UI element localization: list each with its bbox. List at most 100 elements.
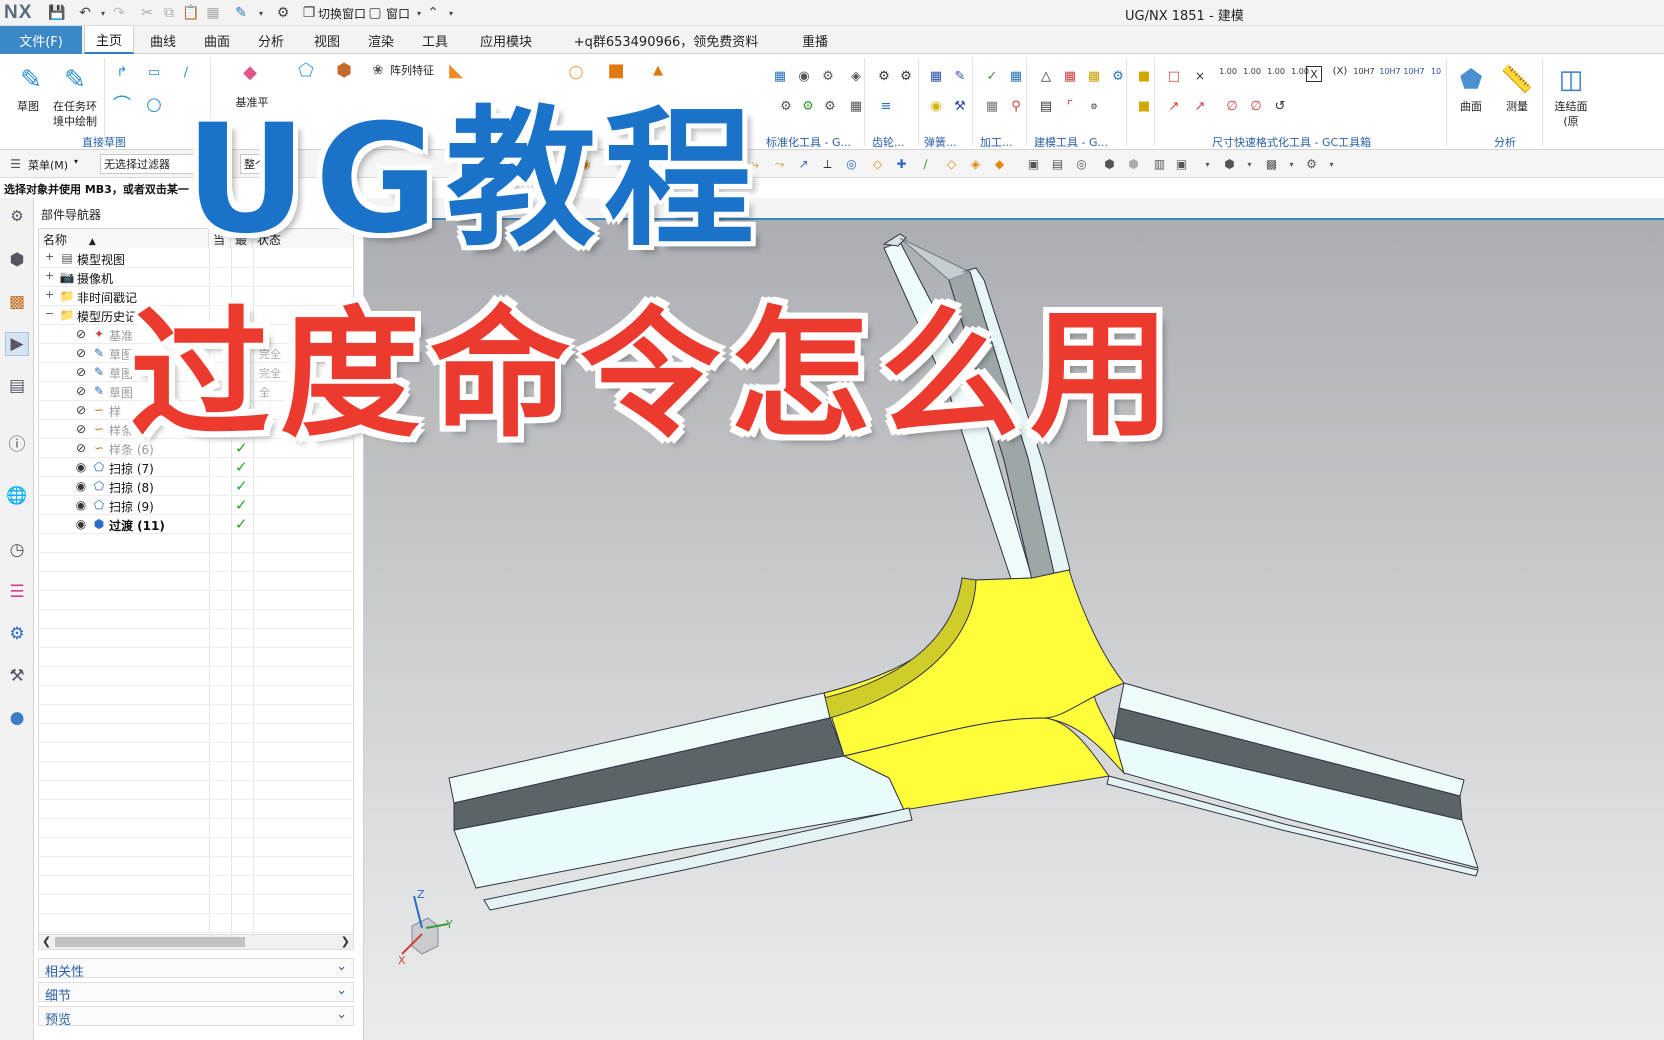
orient-view-icon[interactable]: ⬢ [1100, 155, 1119, 173]
connect-face-label-2[interactable]: (原 [1542, 113, 1600, 129]
point-on-face-icon[interactable]: ◇ [942, 155, 961, 173]
std-tool-icon[interactable]: ⚙ [776, 96, 796, 116]
tree-row[interactable]: ◉ ⬠ 扫掠 (9) ✓ [39, 495, 353, 515]
dim-format-3[interactable]: 1.00 [1264, 68, 1288, 76]
repeat-command-icon[interactable]: ⚙ [274, 4, 292, 22]
dim-tolerance-2[interactable]: 10H7 [1378, 68, 1402, 76]
expand-icon[interactable]: + [45, 270, 56, 282]
render-style-icon[interactable]: ⬢ [1124, 155, 1143, 173]
sketch-in-task-label-2[interactable]: 境中绘制 [46, 113, 104, 129]
settings-icon[interactable]: ⚙ [5, 204, 29, 228]
eye-icon[interactable]: ◉ [73, 478, 89, 494]
tab-surface[interactable]: 曲面 [194, 26, 240, 54]
profile-icon[interactable]: ↱ [112, 62, 132, 82]
spring-group-label[interactable]: 弹簧... [924, 134, 957, 150]
measure-icon[interactable]: 📏 [1494, 60, 1540, 100]
scroll-left-icon[interactable]: ❮ [42, 935, 51, 948]
scroll-right-icon[interactable]: ❯ [341, 935, 350, 948]
intersection-icon[interactable]: ⟂ [818, 155, 837, 173]
reuse-library-icon[interactable]: ▤ [5, 374, 29, 398]
std-tool-icon[interactable]: ▦ [770, 66, 790, 86]
circle-icon[interactable]: ○ [144, 94, 164, 115]
modeling-tool-icon[interactable]: ⌜ [1060, 96, 1080, 116]
sketch-label[interactable]: 草图 [8, 98, 48, 114]
connected-curve-icon[interactable]: ⤳ [770, 155, 789, 173]
machining-tool-icon[interactable]: ⚲ [1006, 96, 1026, 116]
menu-dropdown-icon[interactable]: ▾ [74, 157, 78, 166]
part-navigator-icon[interactable]: ▶ [5, 332, 29, 356]
facet-icon[interactable]: ◆ [990, 155, 1009, 173]
modeling-tool-icon[interactable]: ⚙ [1108, 66, 1128, 86]
eye-icon[interactable]: ◉ [73, 497, 89, 513]
history-icon[interactable]: ◷ [5, 538, 29, 562]
hidden-eye-icon[interactable]: ⊘ [73, 421, 89, 437]
sketch-icon[interactable]: ✎ [8, 60, 54, 100]
web-browser-icon[interactable]: 🌐 [5, 484, 29, 508]
expand-icon[interactable]: + [45, 251, 56, 263]
dim-tool-icon[interactable]: □ [1164, 66, 1184, 86]
dim-format-1[interactable]: 1.00 [1216, 68, 1240, 76]
machining-tool-icon[interactable]: ▦ [1006, 66, 1026, 86]
menu-button[interactable]: 菜单(M) [28, 157, 68, 173]
quadrant-icon[interactable]: ◇ [868, 155, 887, 173]
std-tool-icon[interactable]: ◉ [794, 66, 814, 86]
std-tool-icon[interactable]: ⚙ [798, 96, 818, 116]
spring-tool-icon[interactable]: ✎ [950, 66, 970, 86]
display-dropdown-icon[interactable]: ▾ [1322, 155, 1341, 173]
hidden-eye-icon[interactable]: ⊘ [73, 326, 89, 342]
hidden-eye-icon[interactable]: ⊘ [73, 383, 89, 399]
collapse-ribbon-icon[interactable]: ⌃ [424, 4, 442, 22]
copy-icon[interactable]: ⧉ [160, 4, 178, 22]
constraint-navigator-icon[interactable]: ▩ [5, 290, 29, 314]
navigator-horizontal-scrollbar[interactable]: ❮ ❯ [38, 934, 354, 950]
touch-mode-icon[interactable]: ✎ [232, 4, 250, 22]
dim-tolerance-3[interactable]: 10H7 [1402, 68, 1426, 76]
gear-tool-icon[interactable]: ≡ [876, 96, 896, 116]
std-tool-icon[interactable]: ⚙ [820, 96, 840, 116]
panel-dependencies[interactable]: 相关性 ⌄ [38, 958, 354, 980]
eye-icon[interactable]: ◉ [73, 459, 89, 475]
palette-icon[interactable]: ☰ [5, 580, 29, 604]
tab-promo-group[interactable]: +q群653490966，领免费资料 [556, 26, 776, 54]
connect-face-label-1[interactable]: 连结面 [1542, 98, 1600, 114]
shading-dropdown-icon[interactable]: ▾ [1240, 155, 1259, 173]
role-icon[interactable]: ● [5, 706, 29, 730]
connect-face-icon[interactable]: ◫ [1548, 60, 1594, 100]
std-tool-icon[interactable]: ⚙ [818, 66, 838, 86]
shading-icon[interactable]: ⬢ [1220, 155, 1239, 173]
dim-box-x[interactable]: X [1306, 66, 1322, 82]
save-icon[interactable]: 💾 [48, 4, 66, 22]
dim-format-2[interactable]: 1.00 [1240, 68, 1264, 76]
menu-icon[interactable]: ☰ [6, 155, 25, 173]
scrollbar-thumb[interactable] [55, 937, 245, 947]
modeling-tools-group-label[interactable]: 建模工具 - G... [1034, 134, 1108, 150]
hidden-eye-icon[interactable]: ⊘ [73, 345, 89, 361]
assembly-navigator-icon[interactable]: ⬢ [5, 248, 29, 272]
gear-tool-icon[interactable]: ⚙ [896, 66, 916, 86]
diameter-icon[interactable]: ∅ [1246, 96, 1266, 116]
dim-format-group-label[interactable]: 尺寸快速格式化工具 - GC工具箱 [1212, 134, 1371, 150]
tab-analysis[interactable]: 分析 [248, 26, 294, 54]
window-icon[interactable]: ▢ [366, 4, 384, 22]
hidden-eye-icon[interactable]: ⊘ [73, 402, 89, 418]
surface-label[interactable]: 曲面 [1448, 98, 1494, 114]
cut-icon[interactable]: ✂ [138, 4, 156, 22]
customize-quick-access-icon[interactable]: ▾ [442, 4, 460, 22]
zoom-icon[interactable]: ▤ [1048, 155, 1067, 173]
tab-replay[interactable]: 重播 [792, 26, 838, 54]
rotate-icon[interactable]: ◎ [1072, 155, 1091, 173]
display-icon[interactable]: ⚙ [1302, 155, 1321, 173]
tab-render[interactable]: 渲染 [358, 26, 404, 54]
window-menu-label[interactable]: 窗口 [386, 5, 410, 22]
sketch-in-task-label-1[interactable]: 在任务环 [46, 98, 104, 114]
paste-special-icon[interactable]: ▦ [204, 4, 222, 22]
machining-tool-icon[interactable]: ✓ [982, 66, 1002, 86]
redo-icon[interactable]: ↷ [110, 4, 128, 22]
clip-icon[interactable]: ▣ [1172, 155, 1191, 173]
tab-home[interactable]: 主页 [84, 26, 134, 54]
measure-label[interactable]: 测量 [1494, 98, 1540, 114]
tree-row[interactable]: ◉ ⬠ 扫掠 (8) ✓ [39, 476, 353, 496]
gear-group-label[interactable]: 齿轮... [872, 134, 905, 150]
std-tool-icon[interactable]: ◈ [846, 66, 866, 86]
center-point-icon[interactable]: ◎ [842, 155, 861, 173]
